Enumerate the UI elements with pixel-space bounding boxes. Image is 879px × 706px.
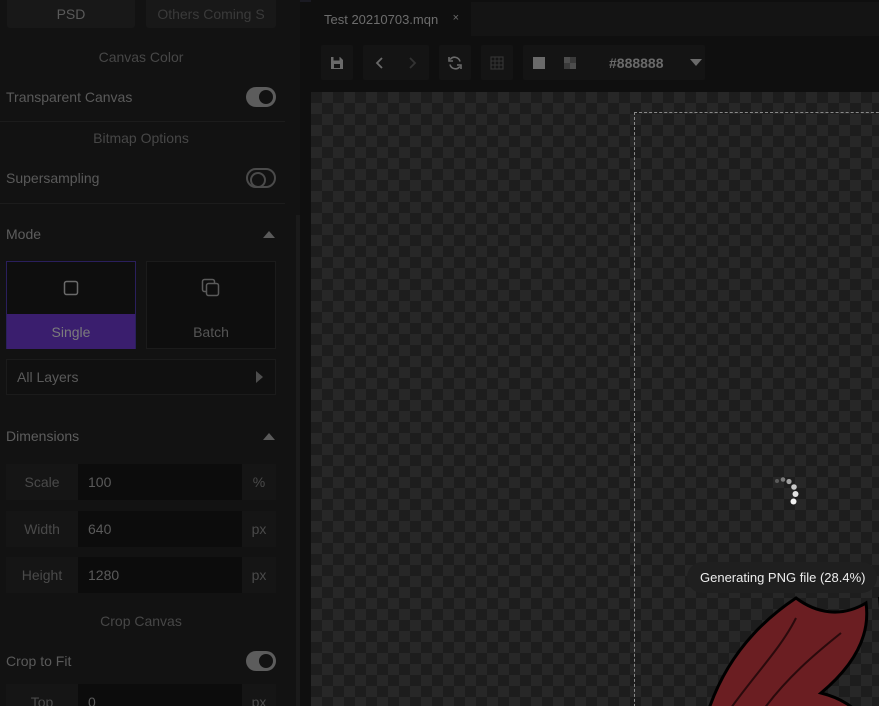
top-unit: px bbox=[251, 694, 267, 706]
grid-button[interactable] bbox=[482, 45, 512, 80]
layers-select-value: All Layers bbox=[17, 369, 79, 385]
supersampling-toggle[interactable] bbox=[246, 168, 276, 188]
width-row: Width 640 px bbox=[6, 511, 276, 547]
background-color-group: #888888 bbox=[523, 45, 705, 80]
height-label: Height bbox=[21, 567, 63, 583]
checker-square-icon bbox=[564, 56, 576, 69]
background-color-value[interactable]: #888888 bbox=[609, 45, 664, 80]
transparent-canvas-row: Transparent Canvas bbox=[0, 77, 283, 117]
loading-spinner-icon bbox=[775, 477, 799, 505]
scale-unit: % bbox=[252, 474, 266, 490]
grid-group bbox=[481, 45, 513, 80]
mode-single-label: Single bbox=[7, 314, 135, 349]
crop-canvas-heading: Crop Canvas bbox=[100, 613, 182, 629]
save-button[interactable] bbox=[322, 45, 352, 80]
square-icon bbox=[63, 280, 79, 296]
width-input[interactable]: 640 bbox=[78, 511, 242, 547]
mode-batch-button[interactable]: Batch bbox=[146, 261, 276, 349]
mode-heading: Mode bbox=[6, 226, 42, 242]
width-label: Width bbox=[24, 521, 60, 537]
supersampling-row: Supersampling bbox=[0, 158, 283, 198]
canvas-viewport[interactable] bbox=[311, 92, 879, 706]
stacked-squares-icon bbox=[201, 278, 220, 297]
chevron-down-icon bbox=[690, 59, 702, 66]
bitmap-options-heading: Bitmap Options bbox=[93, 130, 189, 146]
solid-background-button[interactable] bbox=[524, 45, 554, 80]
document-tab-title: Test 20210703.mqn bbox=[324, 11, 439, 27]
mode-single-button[interactable]: Single bbox=[6, 261, 136, 349]
transparent-canvas-label: Transparent Canvas bbox=[6, 89, 133, 105]
document-tab[interactable]: Test 20210703.mqn × bbox=[311, 2, 471, 36]
height-row: Height 1280 px bbox=[6, 557, 276, 593]
forward-icon bbox=[409, 56, 417, 69]
refresh-icon bbox=[448, 55, 462, 70]
transparent-canvas-toggle[interactable] bbox=[246, 87, 276, 107]
height-unit: px bbox=[251, 567, 267, 583]
export-progress-toast: Generating PNG file (28.4%) bbox=[687, 562, 878, 593]
crop-to-fit-label: Crop to Fit bbox=[6, 653, 72, 669]
crop-to-fit-row: Crop to Fit bbox=[0, 641, 283, 681]
scale-input[interactable]: 100 bbox=[78, 464, 242, 500]
back-icon bbox=[375, 56, 383, 69]
tab-others-coming-soon: Others Coming S bbox=[146, 0, 276, 28]
export-settings-panel: PSD Others Coming S Canvas Color Transpa… bbox=[0, 0, 300, 706]
grid-icon bbox=[490, 55, 504, 70]
history-group bbox=[363, 45, 429, 80]
document-tab-strip: Test 20210703.mqn × bbox=[311, 2, 879, 36]
top-row: Top 0 px bbox=[6, 684, 276, 706]
crop-to-fit-toggle[interactable] bbox=[246, 651, 276, 671]
top-input[interactable]: 0 bbox=[78, 684, 242, 706]
close-icon[interactable]: × bbox=[453, 12, 459, 24]
collapse-icon[interactable] bbox=[263, 230, 275, 238]
refresh-button[interactable] bbox=[440, 45, 470, 80]
editor-toolbar: #888888 bbox=[311, 36, 879, 92]
panel-scrollbar[interactable] bbox=[296, 215, 300, 706]
forward-button[interactable] bbox=[397, 45, 427, 80]
divider bbox=[0, 203, 285, 204]
save-group bbox=[321, 45, 353, 80]
collapse-icon[interactable] bbox=[263, 432, 275, 440]
mode-batch-label: Batch bbox=[193, 323, 229, 340]
checker-background-button[interactable] bbox=[555, 45, 585, 80]
dimensions-heading: Dimensions bbox=[6, 428, 80, 444]
height-input[interactable]: 1280 bbox=[78, 557, 242, 593]
dimensions-group-header[interactable]: Dimensions bbox=[0, 416, 285, 456]
export-progress-text: Generating PNG file (28.4%) bbox=[700, 570, 866, 585]
supersampling-label: Supersampling bbox=[6, 170, 100, 186]
mode-group-header[interactable]: Mode bbox=[0, 214, 285, 254]
tab-psd[interactable]: PSD bbox=[7, 0, 135, 28]
back-button[interactable] bbox=[365, 45, 395, 80]
layers-select[interactable]: All Layers bbox=[6, 359, 276, 395]
divider bbox=[0, 121, 285, 122]
chevron-right-icon bbox=[256, 371, 263, 383]
refresh-group bbox=[439, 45, 471, 80]
top-label: Top bbox=[30, 694, 54, 706]
width-unit: px bbox=[251, 521, 267, 537]
save-icon bbox=[331, 56, 343, 69]
color-dropdown-button[interactable] bbox=[681, 45, 711, 80]
scale-row: Scale 100 % bbox=[6, 464, 276, 500]
scale-label: Scale bbox=[24, 474, 60, 490]
solid-square-icon bbox=[533, 56, 545, 69]
canvas-color-heading: Canvas Color bbox=[98, 49, 184, 65]
